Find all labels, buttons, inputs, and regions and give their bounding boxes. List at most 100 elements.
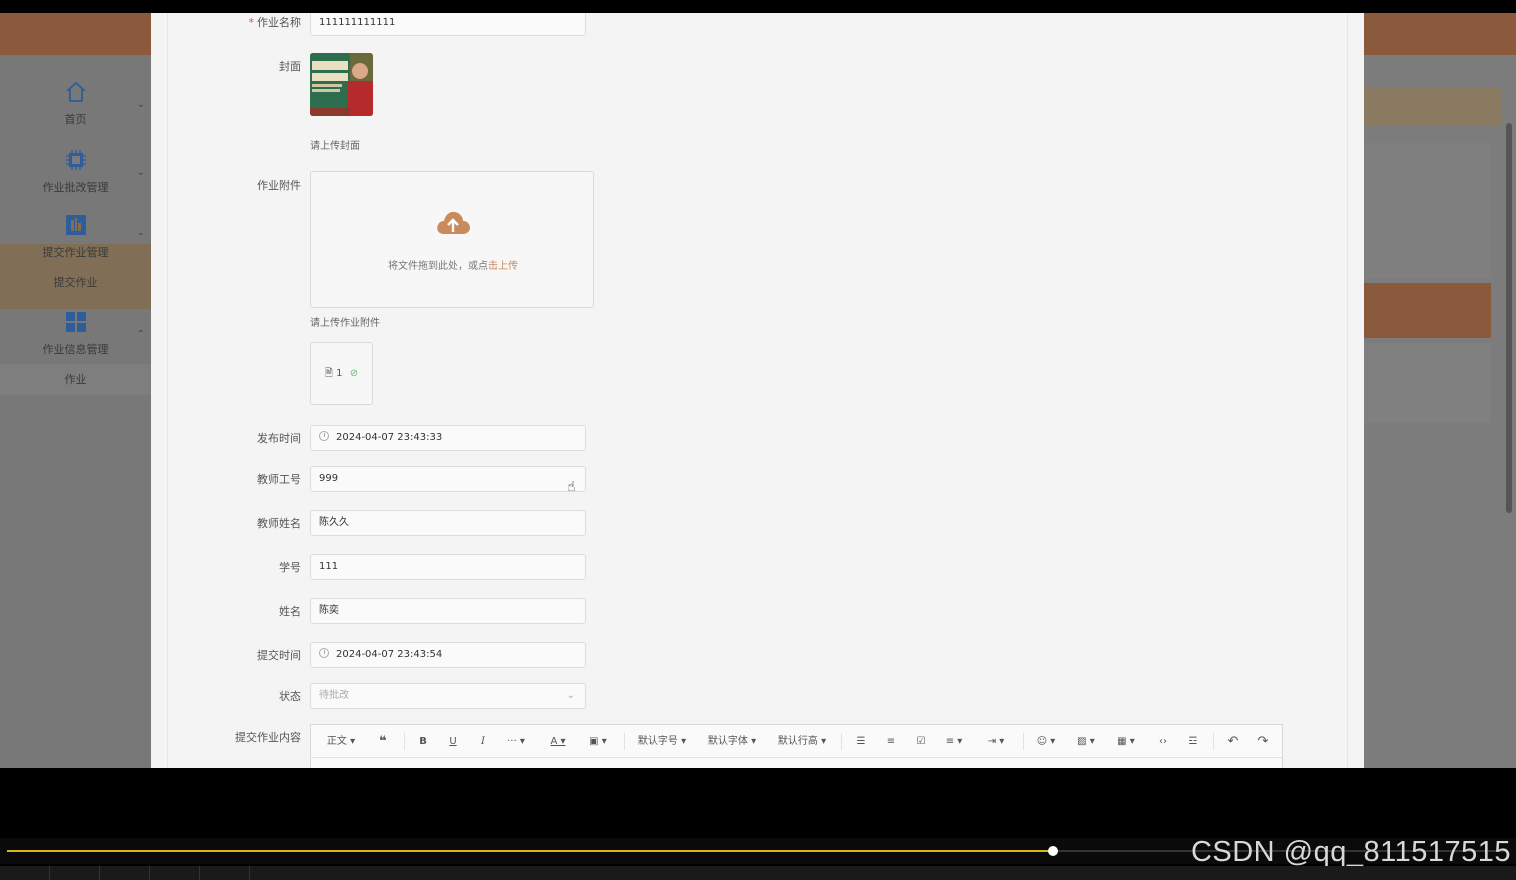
background-breadcrumb-bar bbox=[1364, 88, 1502, 126]
player-control[interactable] bbox=[100, 866, 150, 880]
chart-icon bbox=[65, 215, 86, 235]
sidebar-item-label: 提交作业管理 bbox=[42, 246, 109, 259]
align-icon[interactable]: ≡ ▾ bbox=[939, 725, 969, 758]
background-button bbox=[1364, 283, 1491, 338]
clock-icon bbox=[319, 431, 329, 441]
student-name-input[interactable]: 陈奕 bbox=[310, 598, 586, 624]
chip-icon bbox=[65, 150, 86, 170]
sidebar-item-label: 首页 bbox=[64, 113, 87, 126]
font-size-dropdown[interactable]: 默认字号 ▾ bbox=[633, 725, 691, 758]
letterbox-top bbox=[0, 0, 1516, 13]
file-name: 1 bbox=[336, 368, 343, 379]
sidebar-item-label: 作业批改管理 bbox=[42, 181, 109, 194]
page-scrollbar[interactable] bbox=[1506, 123, 1512, 513]
submit-time-input[interactable]: 2024-04-07 23:43:54 bbox=[310, 642, 586, 668]
edit-dialog: * 作业名称 111111111111 封面 请上传封面 作业附件 将文件拖到此… bbox=[151, 13, 1364, 768]
undo-icon[interactable]: ↶ bbox=[1221, 725, 1245, 758]
teacher-id-input[interactable]: 999 bbox=[310, 466, 586, 492]
divider bbox=[1023, 733, 1024, 750]
click-upload-link[interactable]: 击上传 bbox=[488, 261, 518, 272]
sidebar-item-submit[interactable]: 提交作业管理 ⌃ bbox=[0, 212, 151, 260]
screen: 首页 ⌄ 作业批改管理 ⌄ 提交作业管理 ⌃ 提交作业 作业信息管理 ⌃ 作业 bbox=[0, 0, 1516, 880]
player-control[interactable] bbox=[50, 866, 100, 880]
indent-icon[interactable]: ⇥ ▾ bbox=[981, 725, 1011, 758]
submit-time-label: 提交时间 bbox=[257, 649, 301, 662]
clock-icon bbox=[319, 648, 329, 658]
chevron-down-icon: ⌄ bbox=[136, 99, 145, 110]
player-control[interactable] bbox=[150, 866, 200, 880]
sidebar: 首页 ⌄ 作业批改管理 ⌄ 提交作业管理 ⌃ 提交作业 作业信息管理 ⌃ 作业 bbox=[0, 55, 151, 768]
cover-hint: 请上传封面 bbox=[310, 141, 360, 152]
sidebar-item-home[interactable]: 首页 ⌄ bbox=[0, 79, 151, 127]
divider bbox=[624, 733, 625, 750]
image-icon[interactable]: ▨ ▾ bbox=[1071, 725, 1101, 758]
editor-toolbar: 正文 ▾ ❝ B U I ··· ▾ A ▾ ▣ ▾ 默认字号 ▾ 默认字体 ▾… bbox=[311, 725, 1282, 758]
divider bbox=[404, 733, 405, 750]
publish-time-input[interactable]: 2024-04-07 23:43:33 bbox=[310, 425, 586, 451]
player-control[interactable] bbox=[0, 866, 50, 880]
player-control[interactable] bbox=[200, 866, 250, 880]
seek-handle[interactable] bbox=[1048, 846, 1058, 856]
name-label: * 作业名称 bbox=[248, 16, 302, 29]
file-upload-dropzone[interactable]: 将文件拖到此处，或点击上传 bbox=[310, 171, 594, 308]
font-color-icon[interactable]: A ▾ bbox=[543, 725, 573, 758]
font-family-dropdown[interactable]: 默认字体 ▾ bbox=[703, 725, 761, 758]
divider bbox=[1347, 13, 1348, 768]
cloud-upload-icon bbox=[437, 211, 470, 234]
status-select[interactable]: 待批改 ⌄ bbox=[310, 683, 586, 709]
rich-text-editor[interactable]: 正文 ▾ ❝ B U I ··· ▾ A ▾ ▣ ▾ 默认字号 ▾ 默认字体 ▾… bbox=[310, 724, 1283, 768]
bold-icon[interactable]: B bbox=[411, 725, 435, 758]
numbered-list-icon[interactable]: ≡ bbox=[879, 725, 903, 758]
name-input[interactable]: 111111111111 bbox=[310, 13, 586, 36]
emoji-icon[interactable]: ☺ ▾ bbox=[1031, 725, 1061, 758]
divider-line-icon[interactable]: ☲ bbox=[1181, 725, 1205, 758]
background-panel bbox=[1364, 143, 1491, 278]
divider bbox=[1213, 733, 1214, 750]
student-name-label: 姓名 bbox=[279, 605, 301, 618]
sidebar-subitem-info[interactable]: 作业 bbox=[0, 364, 151, 395]
video-player-bar: CSDN @qq_811517515 bbox=[0, 768, 1516, 880]
italic-icon[interactable]: I bbox=[471, 725, 495, 758]
hand-cursor-icon: ☝ bbox=[567, 479, 576, 495]
chevron-down-icon: ⌄ bbox=[136, 167, 145, 178]
more-icon[interactable]: ··· ▾ bbox=[501, 725, 531, 758]
sidebar-item-label: 作业信息管理 bbox=[42, 343, 109, 356]
publish-time-label: 发布时间 bbox=[257, 432, 301, 445]
attachment-label: 作业附件 bbox=[257, 179, 301, 192]
paragraph-dropdown[interactable]: 正文 ▾ bbox=[321, 725, 361, 758]
teacher-name-input[interactable]: 陈久久 bbox=[310, 510, 586, 536]
chevron-up-icon: ⌃ bbox=[136, 232, 145, 243]
attachment-hint: 请上传作业附件 bbox=[310, 318, 380, 329]
student-id-label: 学号 bbox=[279, 561, 301, 574]
status-label: 状态 bbox=[279, 690, 301, 703]
sidebar-subitem-submit[interactable]: 提交作业 bbox=[0, 267, 151, 298]
upload-instruction: 将文件拖到此处，或点击上传 bbox=[388, 261, 518, 272]
todo-icon[interactable]: ☑ bbox=[909, 725, 933, 758]
cover-image[interactable] bbox=[310, 53, 373, 116]
sidebar-item-info[interactable]: 作业信息管理 ⌃ bbox=[0, 309, 151, 357]
content-label: 提交作业内容 bbox=[235, 731, 301, 744]
check-circle-icon: ⊘ bbox=[349, 368, 359, 379]
background-panel bbox=[1364, 343, 1491, 423]
seek-progress bbox=[7, 850, 1053, 852]
chevron-down-icon: ⌄ bbox=[566, 690, 575, 701]
grid-icon bbox=[65, 312, 86, 332]
teacher-id-label: 教师工号 bbox=[257, 473, 301, 486]
student-id-input[interactable]: 111 bbox=[310, 554, 586, 580]
sidebar-item-grading[interactable]: 作业批改管理 ⌄ bbox=[0, 147, 151, 195]
bullet-list-icon[interactable]: ☰ bbox=[849, 725, 873, 758]
background-color-icon[interactable]: ▣ ▾ bbox=[583, 725, 613, 758]
uploaded-file-card[interactable]: 🗎 1 ⊘ bbox=[310, 342, 373, 405]
watermark: CSDN @qq_811517515 bbox=[1190, 836, 1511, 868]
divider bbox=[841, 733, 842, 750]
line-height-dropdown[interactable]: 默认行高 ▾ bbox=[773, 725, 831, 758]
cover-label: 封面 bbox=[279, 60, 301, 73]
table-icon[interactable]: ▦ ▾ bbox=[1111, 725, 1141, 758]
code-icon[interactable]: ‹› bbox=[1151, 725, 1175, 758]
underline-icon[interactable]: U bbox=[441, 725, 465, 758]
redo-icon[interactable]: ↷ bbox=[1251, 725, 1275, 758]
file-icon: 🗎 bbox=[324, 368, 333, 379]
quote-icon[interactable]: ❝ bbox=[371, 725, 395, 758]
home-icon bbox=[65, 81, 86, 102]
chevron-up-icon: ⌃ bbox=[136, 329, 145, 340]
